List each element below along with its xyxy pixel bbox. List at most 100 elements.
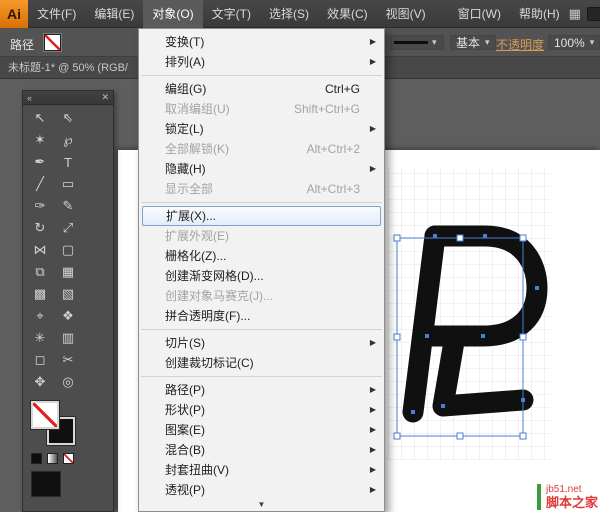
workspace-switcher-icon[interactable]: ▦ bbox=[569, 6, 581, 22]
menubar-item-1[interactable]: 文件(F) bbox=[28, 0, 85, 28]
titlebar-icons: ▦ bbox=[569, 6, 600, 22]
lasso-tool[interactable]: ℘ bbox=[54, 129, 82, 151]
opacity-link[interactable]: 不透明度 bbox=[496, 36, 544, 53]
menu-item-22[interactable]: 透视(P) ▶ bbox=[139, 480, 384, 500]
menu-item-2[interactable]: 排列(A) ▶ bbox=[139, 52, 384, 72]
menu-item-14[interactable]: 拼合透明度(F)... bbox=[139, 306, 384, 326]
symbol-sprayer-tool[interactable]: ✳ bbox=[26, 327, 54, 349]
collapse-panel-icon[interactable]: « bbox=[27, 93, 32, 103]
hand-tool[interactable]: ✥ bbox=[26, 371, 54, 393]
menu-item-label: 拼合透明度(F)... bbox=[165, 309, 251, 323]
graphic-style-dropdown[interactable]: 基本 ▾ bbox=[450, 35, 496, 50]
menu-item-5[interactable]: 锁定(L) ▶ bbox=[139, 119, 384, 139]
artboard-tool-icon: ◻ bbox=[34, 352, 46, 367]
menu-item-20[interactable]: 混合(B) ▶ bbox=[139, 440, 384, 460]
shape-builder-tool[interactable]: ⧉ bbox=[26, 261, 54, 283]
menu-item-label: 路径(P) bbox=[165, 383, 205, 397]
menu-item-label: 取消编组(U) bbox=[165, 102, 230, 116]
rotate-tool[interactable]: ↻ bbox=[26, 217, 54, 239]
menu-item-18[interactable]: 形状(P) ▶ bbox=[139, 400, 384, 420]
pencil-tool[interactable]: ✎ bbox=[54, 195, 82, 217]
rectangle-tool[interactable]: ▭ bbox=[54, 173, 82, 195]
type-tool[interactable]: T bbox=[54, 151, 82, 173]
menu-item-19[interactable]: 图案(E) ▶ bbox=[139, 420, 384, 440]
panel-dock-icon[interactable] bbox=[586, 6, 600, 21]
stroke-width-dropdown[interactable]: ▾ bbox=[390, 35, 444, 50]
menu-item-label: 封套扭曲(V) bbox=[165, 463, 229, 477]
menu-item-label: 排列(A) bbox=[165, 55, 205, 69]
menubar-item-4[interactable]: 文字(T) bbox=[203, 0, 260, 28]
scale-tool-icon: ⤢ bbox=[62, 220, 74, 235]
menubar-item-6[interactable]: 效果(C) bbox=[318, 0, 377, 28]
menu-scroll-down-icon[interactable]: ▼ bbox=[139, 500, 384, 510]
width-tool-icon: ⋈ bbox=[33, 242, 47, 257]
lasso-tool-icon: ℘ bbox=[63, 132, 73, 147]
opacity-value-dropdown[interactable]: 100% ▾ bbox=[548, 35, 600, 50]
width-tool[interactable]: ⋈ bbox=[26, 239, 54, 261]
menu-item-label: 透视(P) bbox=[165, 483, 205, 497]
rotate-tool-icon: ↻ bbox=[34, 220, 46, 235]
gradient-button[interactable] bbox=[47, 453, 58, 464]
opacity-value: 100% bbox=[554, 35, 585, 50]
menu-item-label: 创建渐变网格(D)... bbox=[165, 269, 264, 283]
menubar-item-7[interactable]: 视图(V) bbox=[377, 0, 435, 28]
menu-item-11[interactable]: 栅格化(Z)... bbox=[139, 246, 384, 266]
paintbrush-tool-icon: ✑ bbox=[34, 198, 46, 213]
direct-selection-tool-icon: ⇖ bbox=[62, 110, 74, 125]
blend-tool[interactable]: ❖ bbox=[54, 305, 82, 327]
menu-item-21[interactable]: 封套扭曲(V) ▶ bbox=[139, 460, 384, 480]
tools-panel: « ✕ ↖ ⇖ ✶ ℘ ✒ T ╱ ▭ ✑ ✎ ↻ ⤢ ⋈ ▢ ⧉ ▦ ▩ ▧ ⌖ ❖ ✳ ▥ ◻ ✂ ✥ ◎ bbox=[22, 90, 114, 512]
slice-tool[interactable]: ✂ bbox=[54, 349, 82, 371]
menu-item-shortcut: Shift+Ctrl+G bbox=[293, 102, 360, 116]
control-bar-right: ▾ 基本 ▾ 不透明度 100% ▾ bbox=[388, 28, 600, 56]
direct-selection-tool[interactable]: ⇖ bbox=[54, 107, 82, 129]
perspective-grid-tool[interactable]: ▦ bbox=[54, 261, 82, 283]
gradient-tool[interactable]: ▧ bbox=[54, 283, 82, 305]
zoom-tool-icon: ◎ bbox=[62, 374, 74, 389]
eyedropper-tool[interactable]: ⌖ bbox=[26, 305, 54, 327]
menu-item-9[interactable]: 扩展(X)... bbox=[142, 206, 381, 226]
pen-tool[interactable]: ✒ bbox=[26, 151, 54, 173]
line-segment-tool-icon: ╱ bbox=[36, 176, 44, 191]
paintbrush-tool[interactable]: ✑ bbox=[26, 195, 54, 217]
chevron-down-icon: ▾ bbox=[589, 37, 595, 47]
menu-item-15[interactable]: 切片(S) ▶ bbox=[139, 333, 384, 353]
menu-item-17[interactable]: 路径(P) ▶ bbox=[139, 380, 384, 400]
free-transform-tool-icon: ▢ bbox=[61, 242, 75, 257]
fill-none-swatch[interactable] bbox=[43, 33, 62, 52]
menu-item-shortcut: Alt+Ctrl+3 bbox=[306, 182, 360, 196]
menu-item-16[interactable]: 创建裁切标记(C) bbox=[139, 353, 384, 373]
free-transform-tool[interactable]: ▢ bbox=[54, 239, 82, 261]
shape-builder-tool-icon: ⧉ bbox=[35, 264, 45, 279]
menu-item-label: 扩展外观(E) bbox=[165, 229, 229, 243]
drawing-mode-button[interactable] bbox=[31, 471, 61, 497]
none-button[interactable] bbox=[63, 453, 74, 464]
menubar-item-2[interactable]: 编辑(E) bbox=[85, 0, 143, 28]
menu-item-label: 变换(T) bbox=[165, 35, 205, 49]
artboard-tool[interactable]: ◻ bbox=[26, 349, 54, 371]
menubar-item-3[interactable]: 对象(O) bbox=[143, 0, 203, 28]
titlebar: Ai 文件(F) 编辑(E) 对象(O) 文字(T) 选择(S) 效果(C) 视图(V) 窗口… bbox=[0, 0, 600, 28]
menu-item-12[interactable]: 创建渐变网格(D)... bbox=[139, 266, 384, 286]
line-segment-tool[interactable]: ╱ bbox=[26, 173, 54, 195]
fill-color-swatch[interactable] bbox=[30, 400, 60, 430]
menubar-item-9[interactable]: 帮助(H) bbox=[510, 0, 569, 28]
menubar-item-8[interactable]: 窗口(W) bbox=[449, 0, 510, 28]
menu-item-3[interactable]: 编组(G) Ctrl+G bbox=[139, 79, 384, 99]
color-button[interactable] bbox=[31, 453, 42, 464]
menubar-item-5[interactable]: 选择(S) bbox=[260, 0, 318, 28]
menu-item-7[interactable]: 隐藏(H) ▶ bbox=[139, 159, 384, 179]
selected-artwork[interactable] bbox=[383, 212, 551, 457]
selection-tool[interactable]: ↖ bbox=[26, 107, 54, 129]
menu-item-1[interactable]: 变换(T) ▶ bbox=[139, 32, 384, 52]
close-icon[interactable]: ✕ bbox=[101, 92, 109, 103]
column-graph-tool[interactable]: ▥ bbox=[54, 327, 82, 349]
color-mode-buttons bbox=[31, 453, 74, 464]
app-logo: Ai bbox=[0, 0, 28, 28]
scale-tool[interactable]: ⤢ bbox=[54, 217, 82, 239]
magic-wand-tool[interactable]: ✶ bbox=[26, 129, 54, 151]
selection-tool-icon: ↖ bbox=[34, 110, 46, 125]
mesh-tool[interactable]: ▩ bbox=[26, 283, 54, 305]
zoom-tool[interactable]: ◎ bbox=[54, 371, 82, 393]
document-title[interactable]: 未标题-1* @ 50% (RGB/ bbox=[0, 57, 130, 79]
